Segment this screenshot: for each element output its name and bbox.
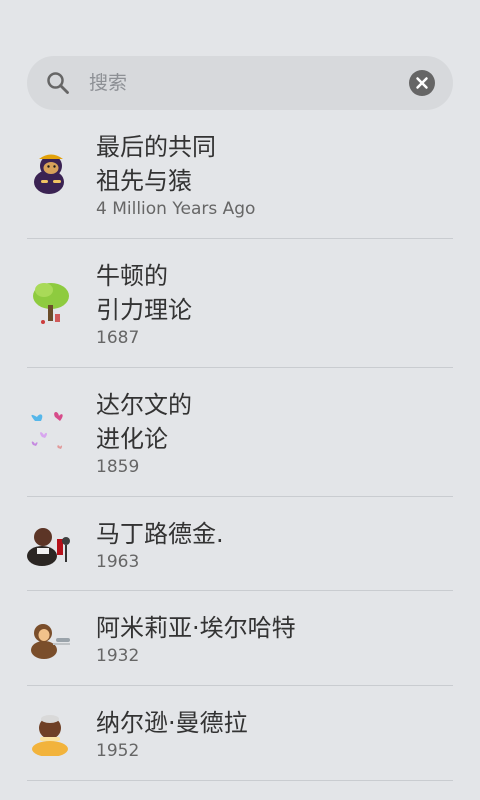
item-title-line: 纳尔逊·曼德拉 (96, 709, 248, 737)
item-text: 纳尔逊·曼德拉 1952 (96, 706, 248, 762)
item-title-line: 阿米莉亚·埃尔哈特 (96, 614, 296, 642)
item-title-line: 牛顿的 (96, 262, 168, 290)
list-item[interactable]: 达尔文的 进化论 1859 (27, 368, 453, 497)
item-date: 1963 (96, 552, 140, 572)
list-item[interactable]: 马丁路德金. 1963 (27, 497, 453, 591)
item-title-line: 进化论 (96, 425, 168, 453)
item-text: 马丁路德金. 1963 (96, 517, 224, 573)
list-item[interactable]: 纳尔逊·曼德拉 1952 (27, 686, 453, 781)
search-bar[interactable] (27, 56, 453, 110)
item-text: 牛顿的 引力理论 1687 (96, 259, 192, 349)
list-item[interactable]: 最后的共同 祖先与猿 4 Million Years Ago (27, 110, 453, 239)
event-list: 最后的共同 祖先与猿 4 Million Years Ago 牛顿的 引力理论 … (27, 110, 453, 781)
search-icon (47, 72, 69, 94)
speaker-microphone-icon (27, 528, 70, 566)
item-text: 阿米莉亚·埃尔哈特 1932 (96, 611, 296, 667)
item-title-line: 最后的共同 (96, 133, 216, 161)
search-input[interactable] (89, 67, 389, 99)
ape-icon (34, 154, 64, 194)
list-item[interactable]: 阿米莉亚·埃尔哈特 1932 (27, 591, 453, 686)
portrait-icon (32, 715, 68, 756)
item-date: 4 Million Years Ago (96, 199, 256, 219)
item-title-line: 马丁路德金. (96, 520, 224, 548)
aviator-icon (31, 624, 70, 659)
butterflies-icon (31, 411, 63, 449)
item-title-line: 达尔文的 (96, 391, 192, 419)
item-title-line: 引力理论 (96, 296, 192, 324)
item-text: 最后的共同 祖先与猿 4 Million Years Ago (96, 130, 255, 220)
clear-icon[interactable] (409, 70, 435, 96)
item-date: 1952 (96, 741, 140, 761)
item-date: 1859 (96, 457, 140, 477)
item-title-line: 祖先与猿 (96, 167, 192, 195)
tree-icon (33, 283, 69, 324)
list-item[interactable]: 牛顿的 引力理论 1687 (27, 239, 453, 368)
item-date: 1687 (96, 328, 140, 348)
item-date: 1932 (96, 646, 140, 666)
item-text: 达尔文的 进化论 1859 (96, 388, 192, 478)
